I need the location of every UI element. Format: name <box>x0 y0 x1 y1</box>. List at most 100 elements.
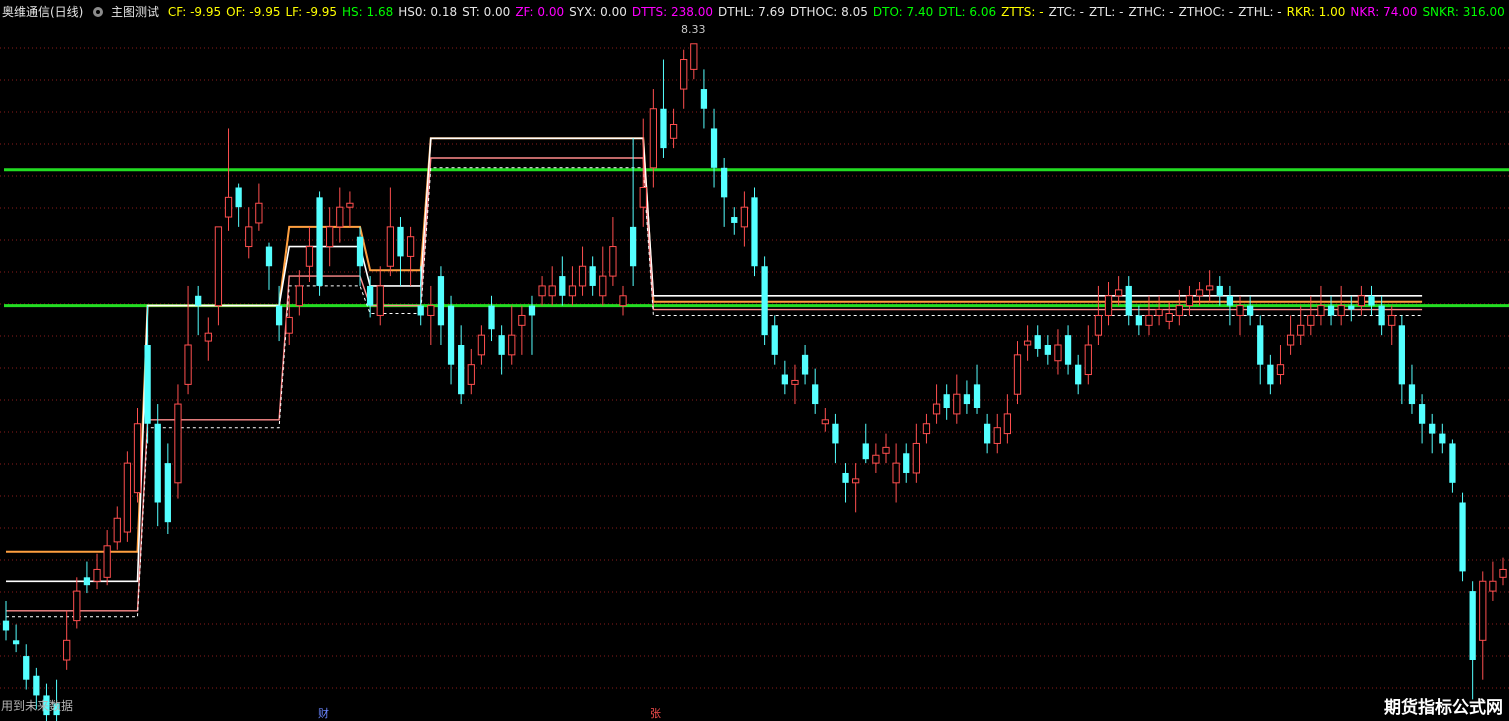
candle-body-down <box>528 305 536 316</box>
indicator-value: LF: -9.95 <box>285 5 338 19</box>
candle-body-down <box>1257 325 1264 365</box>
candle-body-down <box>2 620 10 631</box>
candle-body-up <box>1084 344 1092 376</box>
candle-body-down <box>832 423 839 444</box>
candle-body-up <box>1003 413 1012 435</box>
candle-body-down <box>265 246 273 267</box>
indicator-value: ZTHOC: - <box>1178 5 1234 19</box>
candle-body-down <box>963 394 971 405</box>
indicator-value: RKR: 1.00 <box>1286 5 1346 19</box>
candle-body-up <box>619 295 627 307</box>
candle-body-down <box>812 384 819 405</box>
candle-body-down <box>842 472 849 483</box>
candle-body-down <box>447 305 455 365</box>
candle-body-up <box>649 108 657 169</box>
candle-body-down <box>801 354 809 375</box>
candle-body-up <box>1357 295 1366 307</box>
candle-body-up <box>93 568 101 582</box>
finance-marker[interactable]: 财 <box>317 707 330 721</box>
candle-body-up <box>548 285 556 297</box>
indicator-value: ZTTS: - <box>1001 5 1044 19</box>
indicator-name[interactable]: 主图测试 <box>111 5 159 19</box>
candle-body-down <box>397 226 404 257</box>
candle-body-up <box>1094 314 1103 336</box>
candle-body-up <box>599 275 607 297</box>
candle-body-down <box>629 226 637 267</box>
candle-body-down <box>943 394 950 408</box>
indicator-value: SNKR: 316.00 <box>1422 5 1505 19</box>
indicator-value: ST: 0.00 <box>462 5 511 19</box>
candle-body-down <box>1469 591 1476 660</box>
candle-body-down <box>275 305 283 326</box>
candle-body-up <box>406 236 415 257</box>
indicator-value: ZTHC: - <box>1128 5 1174 19</box>
indicator-info-bar: 奥维通信(日线) 主图测试 CF: -9.95 OF: -9.95 LF: -9.9… <box>0 3 1509 23</box>
kline-chart[interactable]: 奥维通信(日线) 主图测试 CF: -9.95 OF: -9.95 LF: -9.9… <box>0 0 1509 721</box>
indicator-value: HS0: 0.18 <box>398 5 458 19</box>
candle-body-up <box>73 590 81 622</box>
indicator-bands <box>6 137 1423 618</box>
candle-body-down <box>1398 325 1405 385</box>
candle-body-up <box>1185 295 1194 307</box>
candle-body-up <box>740 206 749 228</box>
candle-body-up <box>690 43 698 70</box>
candle-body-up <box>376 285 384 316</box>
candle-body-down <box>862 443 869 460</box>
candle-body-up <box>518 314 526 326</box>
candle-body-up <box>1114 289 1123 297</box>
candle-body-up <box>568 285 577 297</box>
candle-body-down <box>498 335 505 355</box>
candle-body-down <box>1439 433 1446 444</box>
candle-body-up <box>174 403 182 484</box>
candle-body-down <box>1449 443 1456 483</box>
candle-body-down <box>1246 305 1254 316</box>
candle-body-up <box>1499 568 1507 578</box>
candle-body-up <box>578 265 587 287</box>
kline-svg[interactable] <box>0 0 1509 721</box>
candle-body-down <box>984 423 991 444</box>
candle-body-up <box>123 462 132 533</box>
candle-body-up <box>669 124 678 139</box>
candle-body-down <box>235 187 242 208</box>
candle-body-up <box>1023 340 1032 346</box>
candle-body-up <box>922 423 931 435</box>
candle-body-up <box>882 446 890 454</box>
band-orange <box>6 137 1423 553</box>
candle-body-up <box>204 332 212 342</box>
candle-body-up <box>1054 344 1062 362</box>
candle-body-down <box>33 675 40 696</box>
candle-body-down <box>1378 305 1385 326</box>
candle-body-up <box>467 364 475 385</box>
indicator-value: DTHL: 7.69 <box>718 5 785 19</box>
candle-body-up <box>133 423 142 494</box>
candle-body-up <box>953 393 961 415</box>
candle-body-up <box>1145 314 1153 326</box>
candle-body-down <box>731 217 738 223</box>
candle-body-up <box>1155 309 1163 316</box>
future-data-note: 用到未来数据 <box>1 699 74 713</box>
candle-body-down <box>1267 364 1274 385</box>
rise-marker[interactable]: 张 <box>649 707 662 721</box>
candle-body-up <box>993 427 1001 444</box>
candle-body-up <box>113 517 121 543</box>
stock-title[interactable]: 奥维通信(日线) <box>2 5 83 19</box>
candle-body-down <box>721 167 728 198</box>
candle-body-down <box>903 453 910 473</box>
candle-body-down <box>1216 285 1223 296</box>
candle-body-up <box>1276 364 1285 376</box>
candle-body-up <box>538 285 546 297</box>
candle-body-up <box>1297 324 1305 336</box>
candle-body-down <box>660 108 667 149</box>
candle-body-down <box>781 374 788 385</box>
candle-body-up <box>852 478 860 484</box>
candle-body-down <box>761 266 768 336</box>
candle-body-up <box>1337 305 1345 316</box>
gear-icon[interactable] <box>93 7 104 17</box>
candle-body-down <box>144 345 151 424</box>
candle-body-up <box>609 246 617 277</box>
candle-body-up <box>305 246 314 267</box>
candle-body-down <box>559 276 566 296</box>
indicator-value: HS: 1.68 <box>342 5 394 19</box>
candle-body-up <box>1317 305 1325 316</box>
indicator-value: ZTHL: - <box>1238 5 1282 19</box>
